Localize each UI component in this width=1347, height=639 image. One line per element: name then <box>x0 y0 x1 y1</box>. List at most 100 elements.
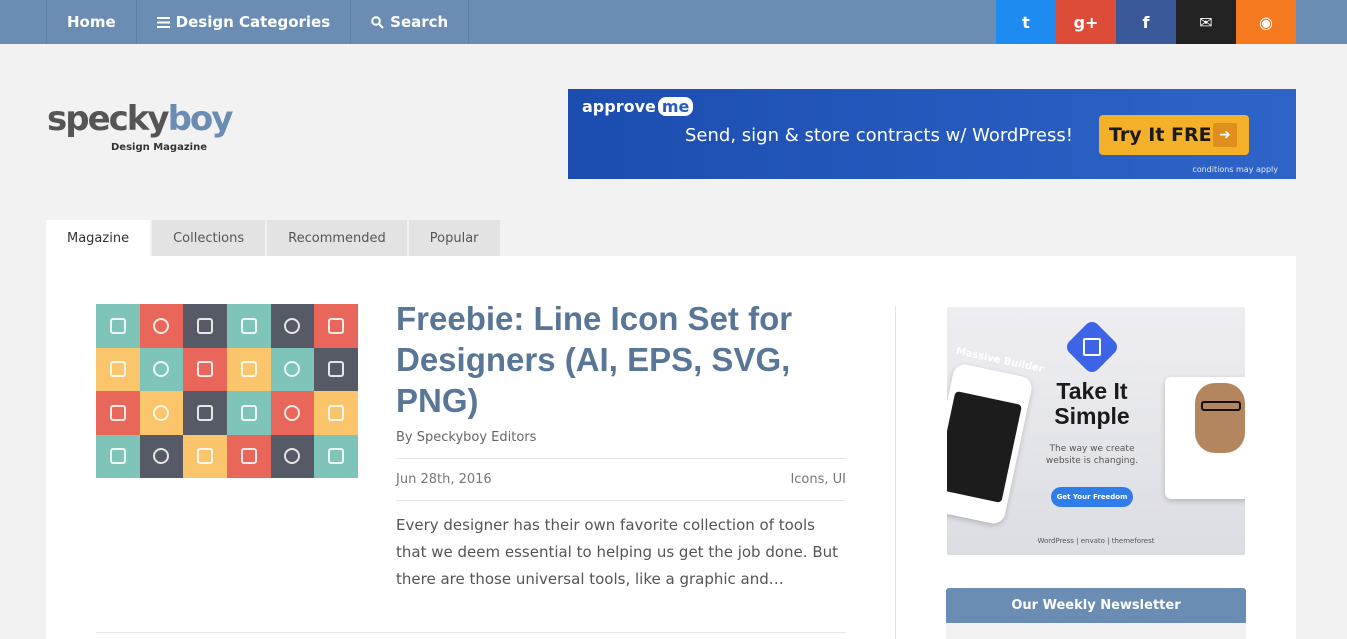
thumbnail-icon-tile <box>227 434 271 478</box>
divider <box>396 500 846 501</box>
line-icon <box>328 404 345 421</box>
thumbnail-icon-tile <box>183 304 227 348</box>
sidebar-ad[interactable]: Massive Builder Take It Simple The way w… <box>947 307 1245 555</box>
thumbnail-icon-tile <box>96 347 140 391</box>
thumbnail-icon-tile <box>314 347 358 391</box>
line-icon <box>240 404 257 421</box>
thumbnail-icon-tile <box>227 391 271 435</box>
line-icon <box>153 317 170 334</box>
line-icon <box>240 317 257 334</box>
article-byline[interactable]: By Speckyboy Editors <box>396 430 536 445</box>
logo-tagline: Design Magazine <box>111 142 207 153</box>
nav-design-categories-label: Design Categories <box>175 13 331 31</box>
thumbnail-icon-tile <box>227 347 271 391</box>
article-thumbnail[interactable] <box>96 304 358 478</box>
tab-popular[interactable]: Popular <box>408 220 500 256</box>
banner-brand-badge: me <box>657 97 694 116</box>
banner-brand: approve me <box>582 97 694 116</box>
sidebar-ad-subtext: The way we create website is changing. <box>1045 444 1139 466</box>
line-icon <box>109 404 126 421</box>
line-icon <box>153 404 170 421</box>
line-icon <box>197 448 214 465</box>
line-icon <box>109 361 126 378</box>
nav-search[interactable]: Search <box>351 0 470 44</box>
nav-home-label: Home <box>67 13 116 31</box>
site-logo[interactable]: speckyboy Design Magazine <box>47 99 233 160</box>
twitter-icon[interactable]: t <box>996 0 1056 44</box>
thumbnail-icon-tile <box>270 391 315 435</box>
rss-icon[interactable]: ◉ <box>1236 0 1296 44</box>
tablet-mockup <box>1165 377 1245 499</box>
article-title[interactable]: Freebie: Line Icon Set for Designers (AI… <box>396 298 846 421</box>
line-icon <box>109 448 126 465</box>
line-icon <box>153 361 170 378</box>
thumbnail-icon-tile <box>96 304 140 348</box>
google-plus-icon[interactable]: g+ <box>1056 0 1116 44</box>
social-links: t g+ f ✉ ◉ <box>996 0 1296 44</box>
thumbnail-icon-tile <box>183 391 227 435</box>
banner-cta-label: Try It FREE <box>1109 124 1225 146</box>
sidebar-ad-button[interactable]: Get Your Freedom <box>1051 487 1133 507</box>
line-icon <box>240 448 257 465</box>
facebook-icon[interactable]: f <box>1116 0 1176 44</box>
line-icon <box>328 448 345 465</box>
line-icon <box>328 361 345 378</box>
thumbnail-icon-tile <box>270 434 315 478</box>
thumbnail-icon-tile <box>139 434 184 478</box>
newsletter-header: Our Weekly Newsletter <box>946 588 1246 623</box>
thumbnail-icon-tile <box>270 347 315 391</box>
thumbnail-icon-tile <box>314 434 358 478</box>
divider <box>96 632 846 633</box>
email-icon[interactable]: ✉ <box>1176 0 1236 44</box>
phone-screen <box>947 390 1023 503</box>
article-categories[interactable]: Icons, UI <box>700 472 846 487</box>
thumbnail-icon-tile <box>270 304 315 348</box>
line-icon <box>197 404 214 421</box>
thumbnail-icon-tile <box>227 304 271 348</box>
line-icon <box>197 317 214 334</box>
arrow-right-icon: ➜ <box>1213 123 1237 147</box>
banner-brand-text: approve <box>582 97 656 116</box>
sidebar-ad-headline: Take It Simple <box>1054 378 1130 429</box>
thumbnail-icon-tile <box>96 434 140 478</box>
banner-headline: Send, sign & store contracts w/ WordPres… <box>685 125 1073 146</box>
thumbnail-icon-tile <box>183 347 227 391</box>
line-icon <box>153 448 170 465</box>
tab-recommended[interactable]: Recommended <box>267 220 407 256</box>
thumbnail-icon-tile <box>314 304 358 348</box>
logo-word-b: boy <box>167 99 234 139</box>
line-icon <box>284 361 301 378</box>
divider <box>396 458 846 459</box>
logo-wordmark: speckyboy <box>47 99 233 139</box>
main-nav: Home Design Categories Search <box>46 0 470 44</box>
sidebar-divider <box>895 306 896 639</box>
line-icon <box>109 317 126 334</box>
banner-fine-print: conditions may apply <box>1192 165 1278 174</box>
logo-word-a: specky <box>47 99 170 139</box>
brand-logo-mark <box>1083 338 1101 356</box>
thumbnail-icon-tile <box>314 391 358 435</box>
banner-cta-button[interactable]: Try It FREE ➜ <box>1099 115 1249 155</box>
nav-home[interactable]: Home <box>47 0 137 44</box>
tab-magazine[interactable]: Magazine <box>46 220 151 256</box>
nav-search-label: Search <box>390 13 449 31</box>
header-banner-ad[interactable]: approve me Send, sign & store contracts w… <box>568 89 1296 179</box>
thumbnail-icon-tile <box>139 391 184 435</box>
thumbnail-icon-tile <box>139 347 184 391</box>
menu-icon <box>156 16 170 28</box>
newsletter-body <box>946 623 1246 639</box>
search-icon <box>371 15 384 29</box>
thumbnail-icon-tile <box>96 391 140 435</box>
thumbnail-icon-tile <box>139 304 184 348</box>
nav-design-categories[interactable]: Design Categories <box>137 0 352 44</box>
article-excerpt: Every designer has their own favorite co… <box>396 516 838 588</box>
article-date: Jun 28th, 2016 <box>396 472 492 487</box>
phone-mockup <box>947 362 1034 526</box>
line-icon <box>284 404 301 421</box>
tab-collections[interactable]: Collections <box>152 220 266 256</box>
sidebar-ad-footer: WordPress | envato | themeforest <box>1037 537 1155 545</box>
thumbnail-icon-tile <box>183 434 227 478</box>
line-icon <box>328 317 345 334</box>
line-icon <box>197 361 214 378</box>
line-icon <box>284 317 301 334</box>
